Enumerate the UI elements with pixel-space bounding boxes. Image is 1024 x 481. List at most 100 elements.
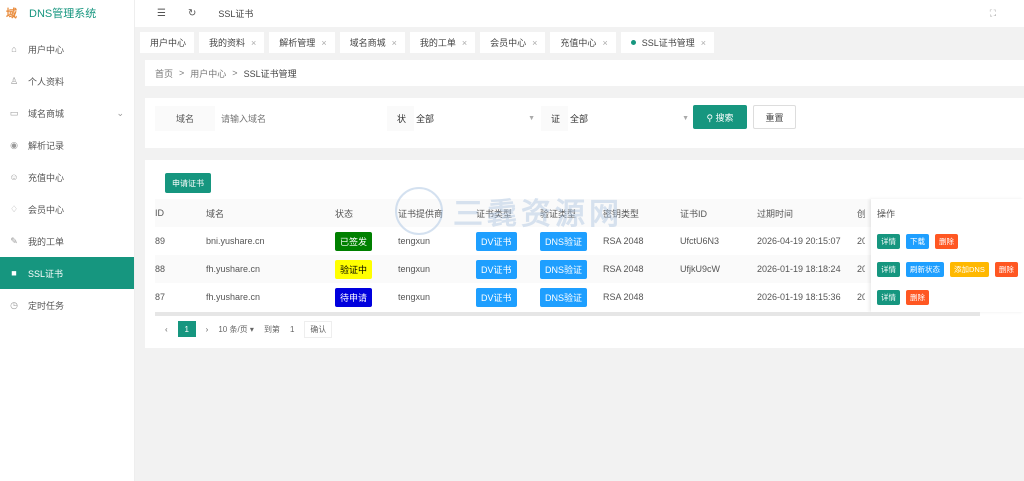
tab-item[interactable]: 我的资料 ×	[199, 32, 265, 53]
next-page-icon[interactable]: ›	[206, 325, 209, 334]
breadcrumb-item[interactable]: 用户中心	[190, 67, 226, 80]
logo-icon: 域	[6, 7, 17, 20]
menu-toggle-icon[interactable]: ☰	[157, 8, 166, 19]
page-current[interactable]: 1	[177, 321, 196, 337]
cell-provider: tengxun	[398, 292, 431, 302]
row-actions: 详情 删除	[877, 283, 929, 311]
sidebar-item[interactable]: ☺ 充值中心	[0, 161, 134, 193]
fullscreen-icon[interactable]: ⛶	[990, 8, 996, 19]
actions-column: 操作 详情 下载 删除 详情 刷新状态 添加DNS 删除 详情 删除	[871, 199, 1024, 312]
sidebar-item[interactable]: ▭ 域名商城 ⌄	[0, 97, 134, 129]
row-actions: 详情 刷新状态 添加DNS 删除	[877, 255, 1018, 283]
sidebar-item-label: 个人资料	[28, 76, 65, 87]
status-badge: 已签发	[335, 231, 373, 251]
cell-cert-id: UfjkU9cW	[680, 264, 720, 274]
chevron-down-icon: ▾	[249, 324, 254, 334]
cell-key-type: RSA 2048	[603, 292, 644, 302]
cell-created: 20	[857, 292, 865, 302]
cell-domain: bni.yushare.cn	[206, 236, 265, 246]
domain-input[interactable]	[215, 106, 380, 131]
apply-certificate-button[interactable]: 申请证书	[165, 173, 211, 193]
column-header: 状态	[335, 208, 354, 219]
type-select-value: 全部	[568, 106, 693, 131]
cell-key-type: RSA 2048	[603, 236, 644, 246]
cell-id: 87	[155, 292, 166, 302]
ticket-icon: ✎	[10, 235, 18, 246]
tab-item[interactable]: 解析管理 ×	[269, 32, 335, 53]
cell-id: 88	[155, 264, 166, 274]
cell-verify-type: DNS验证	[540, 227, 588, 255]
action-button-2[interactable]: 添加DNS	[950, 261, 989, 277]
goto-input[interactable]: 1	[290, 325, 294, 334]
horizontal-scrollbar[interactable]	[155, 312, 980, 316]
breadcrumb-separator: >	[232, 68, 238, 78]
type-select[interactable]: 证全部 ▼	[541, 106, 693, 131]
search-icon: ⚲	[706, 112, 716, 123]
column-header: 验证类型	[540, 208, 577, 219]
column-header: 过期时间	[757, 208, 794, 219]
tab-item[interactable]: 我的工单 ×	[409, 32, 476, 53]
close-icon[interactable]: ×	[701, 38, 706, 48]
reset-button[interactable]: 重置	[753, 105, 796, 129]
clock-icon: ◷	[10, 299, 18, 310]
action-button-3[interactable]: 删除	[994, 261, 1018, 277]
page-size-select[interactable]: 10 条/页 ▾	[218, 324, 254, 335]
search-button[interactable]: ⚲ 搜索	[693, 105, 747, 129]
cert-type-tag: DV证书	[476, 259, 517, 279]
action-button-1[interactable]: 下载	[906, 233, 929, 249]
sidebar-item[interactable]: ◷ 定时任务	[0, 289, 134, 321]
goto-label: 到第	[263, 324, 280, 334]
chevron-down-icon: ▼	[682, 115, 689, 122]
cell-cert-id: UfctU6N3	[680, 236, 720, 246]
action-button-0[interactable]: 详情	[877, 261, 900, 277]
cell-status: 验证中	[335, 255, 373, 283]
tab-item[interactable]: 会员中心 ×	[480, 32, 546, 53]
tab-label: SSL证书管理	[641, 38, 695, 48]
tab-bar: 用户中心 我的资料 × 解析管理 × 域名商城 × 我的工单 × 会员中心 × 充值中心 × SSL证书管…	[140, 32, 714, 53]
tab-item[interactable]: 用户中心	[140, 32, 195, 53]
sidebar-item[interactable]: ♢ 会员中心	[0, 193, 134, 225]
cell-id: 89	[155, 236, 166, 246]
goto-confirm-button[interactable]: 确认	[304, 320, 333, 338]
chevron-down-icon: ⌄	[116, 107, 124, 118]
tab-item[interactable]: 充值中心 ×	[550, 32, 616, 53]
search-button-label: 搜索	[715, 112, 734, 123]
close-icon[interactable]: ×	[462, 38, 467, 48]
verify-type-tag: DNS验证	[540, 259, 588, 279]
pagination: ‹ 1 › 10 条/页 ▾ 到第 1 确认	[165, 320, 333, 338]
row-actions: 详情 下载 删除	[877, 227, 958, 255]
action-button-1[interactable]: 删除	[906, 289, 929, 305]
status-select[interactable]: 状全部 ▼	[387, 106, 539, 131]
app-title: DNS管理系统	[29, 7, 97, 20]
sidebar-item[interactable]: ♙ 个人资料	[0, 65, 134, 97]
tab-item[interactable]: 域名商城 ×	[339, 32, 405, 53]
tab-label: 充值中心	[560, 38, 597, 48]
sidebar-item[interactable]: ◉ 解析记录	[0, 129, 134, 161]
action-button-2[interactable]: 删除	[935, 233, 958, 249]
close-icon[interactable]: ×	[532, 38, 537, 48]
breadcrumb-item[interactable]: 首页	[155, 67, 173, 80]
close-icon[interactable]: ×	[321, 38, 326, 48]
sidebar-item[interactable]: ⌂ 用户中心	[0, 33, 134, 65]
refresh-icon[interactable]: ↻	[188, 8, 196, 19]
app-logo[interactable]: 域 DNS管理系统	[0, 0, 134, 25]
sidebar-item[interactable]: ✎ 我的工单	[0, 225, 134, 257]
chevron-down-icon: ▼	[528, 115, 535, 122]
topbar: ☰ ↻ SSL证书 ⛶	[135, 0, 1024, 27]
sidebar-item[interactable]: ■ SSL证书	[0, 257, 134, 289]
action-button-0[interactable]: 详情	[877, 289, 900, 305]
close-icon[interactable]: ×	[251, 38, 256, 48]
active-dot-icon	[630, 40, 636, 45]
store-icon: ▭	[9, 107, 19, 118]
tab-item[interactable]: SSL证书管理 ×	[620, 32, 714, 53]
cell-status: 待申请	[335, 283, 373, 311]
action-button-1[interactable]: 刷新状态	[906, 261, 944, 277]
cell-status: 已签发	[335, 227, 373, 255]
cell-expire: 2026-01-19 18:18:24	[757, 264, 841, 274]
close-icon[interactable]: ×	[392, 38, 397, 48]
close-icon[interactable]: ×	[602, 38, 607, 48]
cell-key-type: RSA 2048	[603, 264, 644, 274]
action-button-0[interactable]: 详情	[877, 233, 900, 249]
prev-page-icon[interactable]: ‹	[165, 325, 168, 334]
column-header: 证书ID	[680, 208, 708, 219]
